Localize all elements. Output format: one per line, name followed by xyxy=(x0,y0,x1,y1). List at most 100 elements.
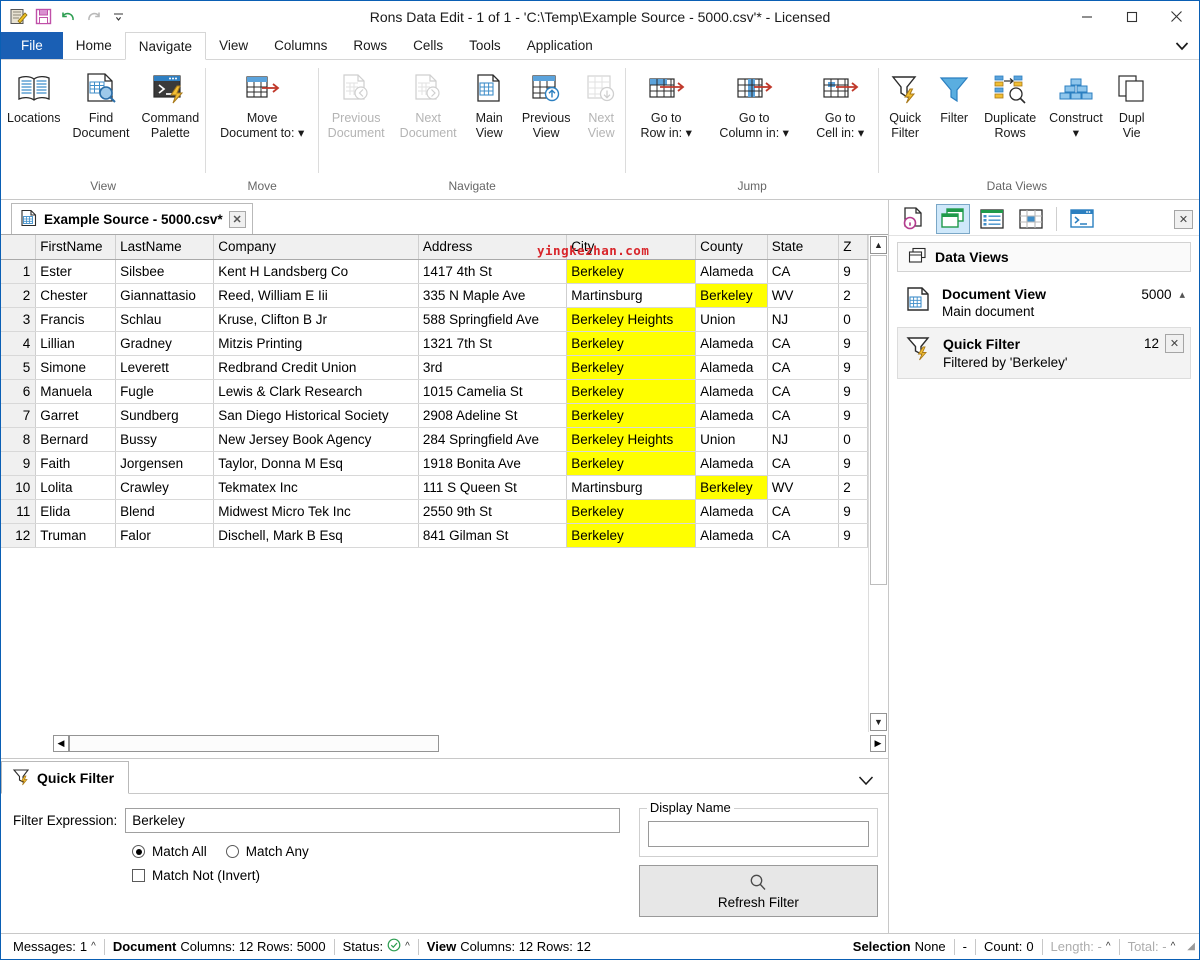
cell-county[interactable]: Alameda xyxy=(695,451,768,476)
cell-rownum[interactable]: 2 xyxy=(1,283,37,308)
table-row[interactable]: 11 Elida Blend Midwest Micro Tek Inc 2550 9t… xyxy=(1,499,868,524)
cell-city[interactable]: Berkeley xyxy=(566,403,697,428)
vertical-scroll-track[interactable] xyxy=(869,585,888,712)
match-any-radio[interactable] xyxy=(225,845,239,858)
cell-city[interactable]: Berkeley xyxy=(566,259,697,284)
cell-zip[interactable]: 9 xyxy=(838,451,868,476)
cell-state[interactable]: CA xyxy=(767,451,840,476)
undo-icon[interactable] xyxy=(57,6,79,28)
console-icon[interactable] xyxy=(1065,204,1099,234)
ribbon-button-duplicate-rows[interactable]: Duplicate Rows xyxy=(977,67,1043,141)
cell-zip[interactable]: 9 xyxy=(838,523,868,548)
chevron-up-icon[interactable]: ^ xyxy=(1106,941,1111,952)
grid-vertical-scrollbar[interactable]: ▲ ▼ xyxy=(868,235,888,732)
cell-lastname[interactable]: Falor xyxy=(115,523,215,548)
tab-home[interactable]: Home xyxy=(63,32,125,59)
cell-rownum[interactable]: 9 xyxy=(1,451,37,476)
status-state[interactable]: Status: ^ xyxy=(335,938,418,956)
table-row[interactable]: 6 Manuela Fugle Lewis & Clark Research 1015 … xyxy=(1,379,868,404)
column-header-city[interactable]: City xyxy=(566,235,697,260)
ribbon-button-find-document[interactable]: Find Document xyxy=(67,67,136,141)
chevron-up-icon[interactable]: ▴ xyxy=(1179,288,1185,301)
grid-horizontal-scrollbar[interactable]: ◀ ▶ xyxy=(1,732,888,758)
cell-company[interactable]: Redbrand Credit Union xyxy=(213,355,419,380)
cell-zip[interactable]: 2 xyxy=(838,475,868,500)
column-header-state[interactable]: State xyxy=(767,235,840,260)
cell-firstname[interactable]: Faith xyxy=(35,451,117,476)
cell-rownum[interactable]: 4 xyxy=(1,331,37,356)
ribbon-button-filter[interactable]: Filter xyxy=(931,67,977,126)
cell-city[interactable]: Martinsburg xyxy=(566,283,697,308)
table-row[interactable]: 5 Simone Leverett Redbrand Credit Union 3rd B… xyxy=(1,355,868,380)
cell-address[interactable]: 2908 Adeline St xyxy=(418,403,568,428)
cell-company[interactable]: Tekmatex Inc xyxy=(213,475,419,500)
cell-state[interactable]: NJ xyxy=(767,307,840,332)
cell-address[interactable]: 3rd xyxy=(418,355,568,380)
cell-rownum[interactable]: 1 xyxy=(1,259,37,284)
cell-lastname[interactable]: Crawley xyxy=(115,475,215,500)
scroll-down-button[interactable]: ▼ xyxy=(870,713,887,731)
column-header-rownum[interactable] xyxy=(1,235,37,260)
cell-firstname[interactable]: Ester xyxy=(35,259,117,284)
cell-state[interactable]: WV xyxy=(767,475,840,500)
horizontal-scroll-thumb[interactable] xyxy=(69,734,439,752)
cell-address[interactable]: 588 Springfield Ave xyxy=(418,307,568,332)
cell-rownum[interactable]: 10 xyxy=(1,475,37,500)
table-row[interactable]: 9 Faith Jorgensen Taylor, Donna M Esq 1918 B… xyxy=(1,451,868,476)
ribbon-button-construct[interactable]: Construct ▾ xyxy=(1043,67,1109,141)
cell-zip[interactable]: 9 xyxy=(838,403,868,428)
cell-address[interactable]: 284 Springfield Ave xyxy=(418,427,568,452)
cell-state[interactable]: WV xyxy=(767,283,840,308)
cell-firstname[interactable]: Manuela xyxy=(35,379,117,404)
tab-quick-filter[interactable]: Quick Filter xyxy=(1,761,130,794)
column-header-zip[interactable]: Z xyxy=(838,235,868,260)
chevron-up-icon[interactable]: ^ xyxy=(405,941,410,952)
cell-county[interactable]: Alameda xyxy=(695,403,768,428)
list-view-icon[interactable] xyxy=(975,204,1009,234)
status-total[interactable]: Total: - ^ xyxy=(1120,938,1184,956)
cell-lastname[interactable]: Blend xyxy=(115,499,215,524)
cell-company[interactable]: San Diego Historical Society xyxy=(213,403,419,428)
data-views-icon[interactable] xyxy=(936,204,970,234)
column-header-firstname[interactable]: FirstName xyxy=(35,235,117,260)
cell-company[interactable]: Taylor, Donna M Esq xyxy=(213,451,419,476)
customize-qat-icon[interactable] xyxy=(107,6,129,28)
column-header-company[interactable]: Company xyxy=(213,235,419,260)
cell-city[interactable]: Berkeley xyxy=(566,355,697,380)
cell-lastname[interactable]: Fugle xyxy=(115,379,215,404)
ribbon-button-previous-view[interactable]: Previous View xyxy=(515,67,577,141)
table-row[interactable]: 1 Ester Silsbee Kent H Landsberg Co 1417 4th… xyxy=(1,259,868,284)
cell-state[interactable]: NJ xyxy=(767,427,840,452)
cell-firstname[interactable]: Bernard xyxy=(35,427,117,452)
cell-firstname[interactable]: Garret xyxy=(35,403,117,428)
cell-rownum[interactable]: 8 xyxy=(1,427,37,452)
cell-firstname[interactable]: Lillian xyxy=(35,331,117,356)
cell-city[interactable]: Berkeley Heights xyxy=(566,427,697,452)
cell-rownum[interactable]: 11 xyxy=(1,499,37,524)
cell-view-icon[interactable] xyxy=(1014,204,1048,234)
cell-state[interactable]: CA xyxy=(767,499,840,524)
ribbon-button-next-document[interactable]: Next Document xyxy=(393,67,463,141)
cell-firstname[interactable]: Lolita xyxy=(35,475,117,500)
cell-city[interactable]: Berkeley xyxy=(566,451,697,476)
cell-state[interactable]: CA xyxy=(767,331,840,356)
column-header-county[interactable]: County xyxy=(695,235,768,260)
cell-firstname[interactable]: Simone xyxy=(35,355,117,380)
cell-rownum[interactable]: 3 xyxy=(1,307,37,332)
cell-address[interactable]: 1417 4th St xyxy=(418,259,568,284)
cell-county[interactable]: Union xyxy=(695,307,768,332)
cell-company[interactable]: Lewis & Clark Research xyxy=(213,379,419,404)
cell-state[interactable]: CA xyxy=(767,379,840,404)
vertical-scroll-thumb[interactable] xyxy=(870,255,887,585)
ribbon-button-goto-column[interactable]: Go to Column in: ▾ xyxy=(706,67,802,141)
cell-county[interactable]: Alameda xyxy=(695,523,768,548)
cell-zip[interactable]: 0 xyxy=(838,427,868,452)
cell-rownum[interactable]: 12 xyxy=(1,523,37,548)
cell-company[interactable]: Kruse, Clifton B Jr xyxy=(213,307,419,332)
cell-address[interactable]: 1015 Camelia St xyxy=(418,379,568,404)
filter-expression-input[interactable]: Berkeley xyxy=(125,808,621,833)
remove-data-view-button[interactable]: ✕ xyxy=(1165,334,1184,353)
chevron-down-icon[interactable] xyxy=(1165,32,1199,59)
cell-lastname[interactable]: Jorgensen xyxy=(115,451,215,476)
match-all-radio[interactable] xyxy=(132,845,145,858)
